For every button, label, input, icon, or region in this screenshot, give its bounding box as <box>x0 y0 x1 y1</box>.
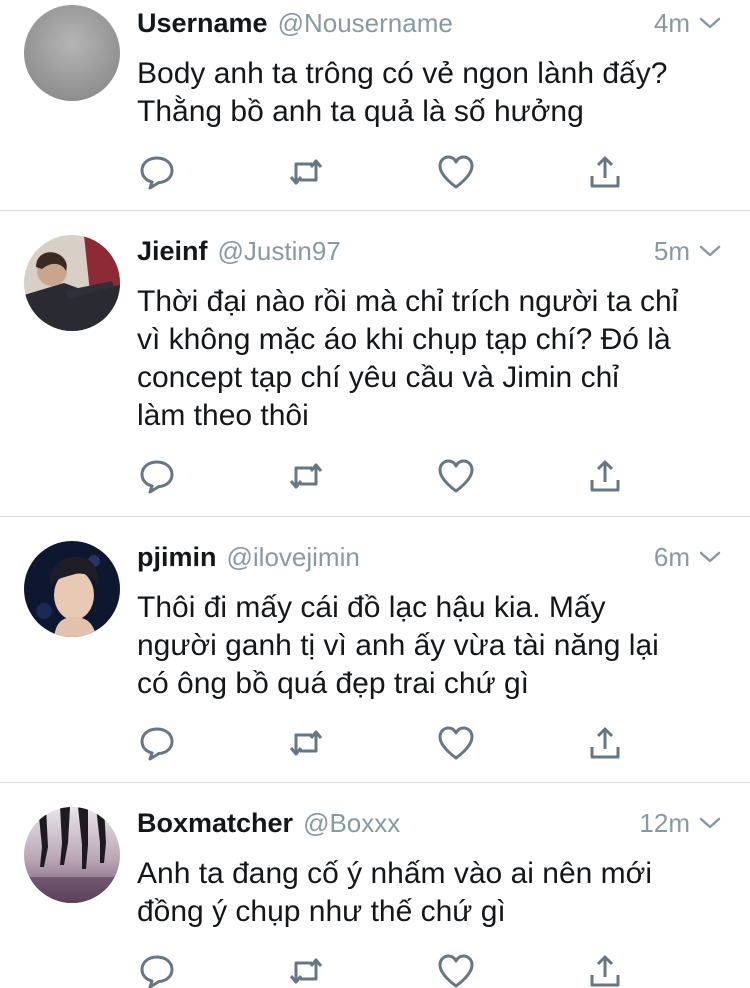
chevron-down-icon[interactable] <box>698 545 722 569</box>
reply-icon <box>140 460 174 494</box>
chevron-down-icon[interactable] <box>698 11 722 35</box>
like-icon <box>438 155 474 189</box>
portrait-photo-avatar <box>24 541 120 637</box>
display-name[interactable]: Username <box>137 8 268 39</box>
tweet-text-line: concept tạp chí yêu cầu và Jimin chỉ <box>137 361 619 394</box>
share-icon <box>590 156 620 188</box>
tweet[interactable]: Username @Nousername 4m Body anh ta trôn… <box>0 0 750 210</box>
timestamp: 6m <box>653 541 690 572</box>
tweet-text: Thôi đi mấy cái đồ lạc hậu kia. Mấy ngườ… <box>137 589 737 703</box>
timestamp: 12m <box>639 807 690 838</box>
reply-button[interactable] <box>137 152 177 192</box>
retweet-icon <box>289 730 323 756</box>
reply-button[interactable] <box>137 723 177 763</box>
reply-icon <box>140 156 174 190</box>
retweet-icon <box>289 463 323 489</box>
tweet-text-line: Thằng bồ anh ta quả là số hưởng <box>137 95 584 128</box>
tweet-text-line: Thôi đi mấy cái đồ lạc hậu kia. Mấy <box>137 591 606 624</box>
tweet-header: Boxmatcher @Boxxx 12m <box>137 805 722 841</box>
retweet-button[interactable] <box>286 152 326 192</box>
tweet-text-line: đồng ý chụp như thế chứ gì <box>137 895 506 928</box>
handle[interactable]: @Nousername <box>278 8 453 39</box>
share-button[interactable] <box>585 723 625 763</box>
handle[interactable]: @Boxxx <box>303 808 400 839</box>
like-button[interactable] <box>436 456 476 496</box>
retweet-button[interactable] <box>286 456 326 496</box>
like-button[interactable] <box>436 152 476 192</box>
tweet-text: Body anh ta trông có vẻ ngon lành đấy? T… <box>137 55 737 131</box>
share-button[interactable] <box>585 152 625 192</box>
tweet-text-line: vì không mặc áo khi chụp tạp chí? Đó là <box>137 323 671 356</box>
tweet-text: Anh ta đang cố ý nhấm vào ai nên mới đồn… <box>137 855 737 931</box>
handle[interactable]: @ilovejimin <box>227 542 360 573</box>
avatar[interactable] <box>24 807 120 903</box>
retweet-button[interactable] <box>286 951 326 988</box>
retweet-icon <box>289 958 323 984</box>
retweet-button[interactable] <box>286 723 326 763</box>
like-button[interactable] <box>436 951 476 988</box>
share-icon <box>590 460 620 492</box>
timestamp: 4m <box>653 7 690 38</box>
avatar[interactable] <box>24 235 120 331</box>
tweet-header: pjimin @ilovejimin 6m <box>137 539 722 575</box>
avatar[interactable] <box>24 5 120 101</box>
share-button[interactable] <box>585 951 625 988</box>
like-icon <box>438 726 474 760</box>
like-button[interactable] <box>436 723 476 763</box>
handle[interactable]: @Justin97 <box>218 236 341 267</box>
reply-button[interactable] <box>137 951 177 988</box>
tweet-feed: Username @Nousername 4m Body anh ta trôn… <box>0 0 750 988</box>
display-name[interactable]: Jieinf <box>137 236 208 267</box>
tweet[interactable]: Jieinf @Justin97 5m Thời đại nào rồi mà … <box>0 211 750 516</box>
reply-icon <box>140 727 174 761</box>
chevron-down-icon[interactable] <box>698 811 722 835</box>
share-button[interactable] <box>585 456 625 496</box>
timestamp: 5m <box>653 235 690 266</box>
tweet-text-line: Thời đại nào rồi mà chỉ trích người ta c… <box>137 285 679 318</box>
avatar[interactable] <box>24 541 120 637</box>
tweet-header: Jieinf @Justin97 5m <box>137 233 722 269</box>
tweet-header: Username @Nousername 4m <box>137 5 722 41</box>
silhouettes-photo-avatar <box>24 807 120 903</box>
tweet-text: Thời đại nào rồi mà chỉ trích người ta c… <box>137 283 737 435</box>
tweet[interactable]: pjimin @ilovejimin 6m Thôi đi mấy cái đồ… <box>0 517 750 782</box>
tweet[interactable]: Boxmatcher @Boxxx 12m Anh ta đang cố ý n… <box>0 783 750 988</box>
tweet-text-line: có ông bồ quá đẹp trai chứ gì <box>137 667 530 700</box>
display-name[interactable]: Boxmatcher <box>137 808 293 839</box>
chevron-down-icon[interactable] <box>698 239 722 263</box>
reply-icon <box>140 955 174 988</box>
tweet-text-line: người ganh tị vì anh ấy vừa tài năng lại <box>137 629 659 662</box>
share-icon <box>590 955 620 987</box>
share-icon <box>590 727 620 759</box>
like-icon <box>438 459 474 493</box>
reply-button[interactable] <box>137 456 177 496</box>
display-name[interactable]: pjimin <box>137 542 217 573</box>
tweet-text-line: Anh ta đang cố ý nhấm vào ai nên mới <box>137 857 652 890</box>
like-icon <box>438 954 474 988</box>
tweet-text-line: làm theo thôi <box>137 399 309 432</box>
retweet-icon <box>289 159 323 185</box>
blank-grey-avatar <box>24 5 120 101</box>
person-photo-avatar <box>24 235 120 331</box>
tweet-text-line: Body anh ta trông có vẻ ngon lành đấy? <box>137 57 668 90</box>
